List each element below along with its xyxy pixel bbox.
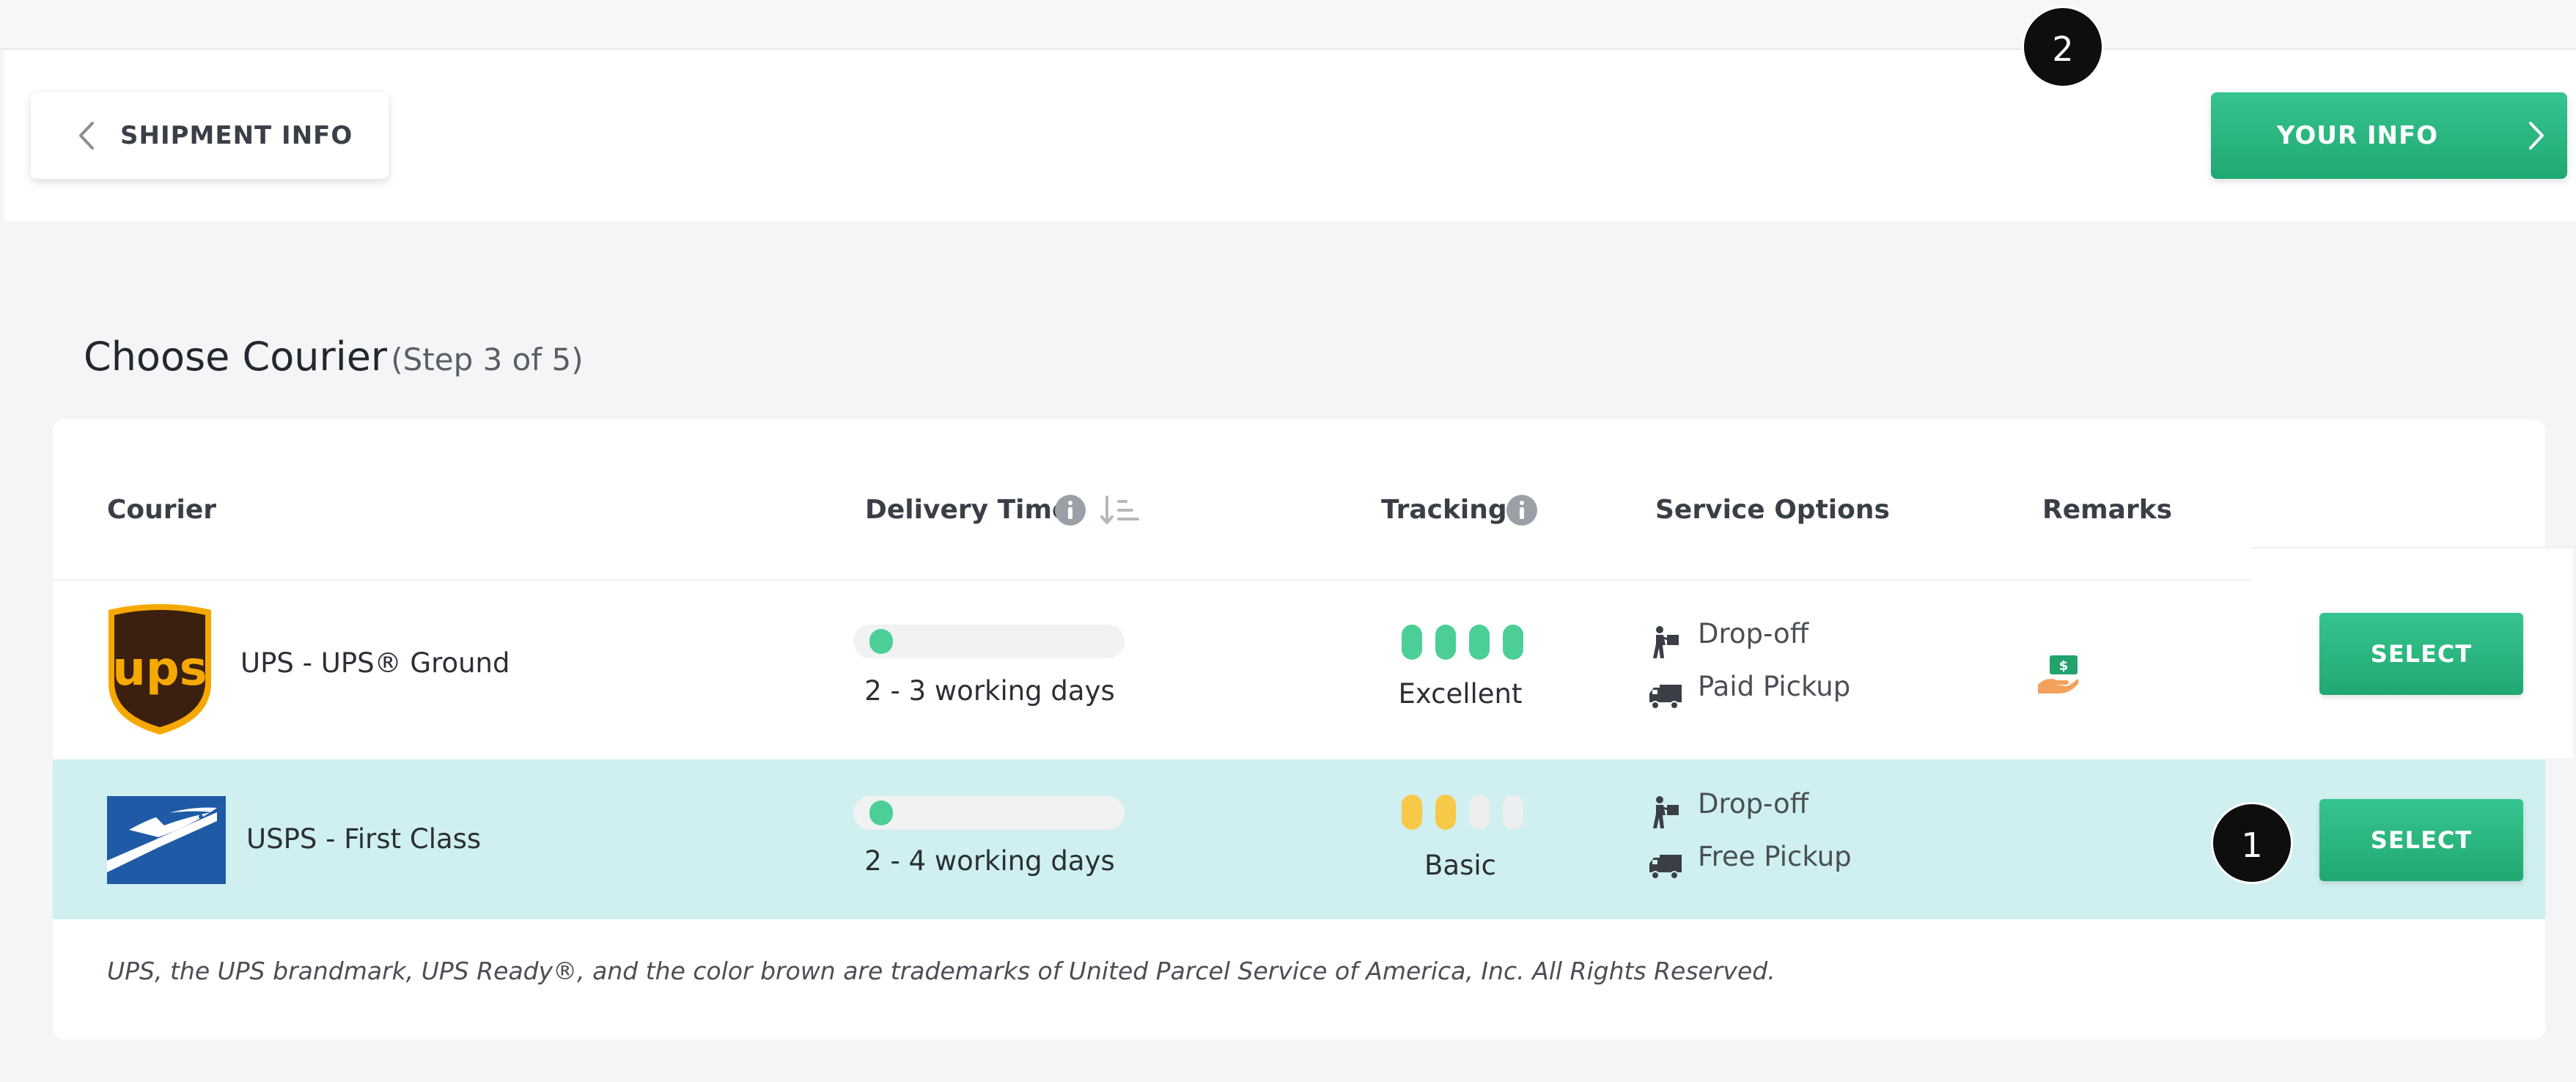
svg-text:$: $ — [2059, 658, 2069, 674]
step-indicator: (Step 3 of 5) — [391, 342, 584, 378]
delivery-time-bar-fill — [869, 801, 893, 825]
column-header-delivery-time: Delivery Time — [865, 495, 1070, 525]
tracking-pill-filled — [1469, 625, 1490, 660]
next-button-label: YOUR INFO — [2276, 121, 2439, 150]
delivery-days: 2 - 3 working days — [864, 675, 1115, 707]
annotation-marker-1: 1 — [2211, 802, 2293, 884]
page-title-text: Choose Courier — [84, 334, 388, 380]
delivery-time-bar-fill — [869, 629, 893, 654]
tracking-level-indicator — [1402, 795, 1537, 830]
ups-logo-text: ups — [112, 642, 207, 696]
info-icon[interactable] — [1506, 494, 1538, 526]
ups-logo: ups — [108, 604, 211, 735]
usps-eagle-logo — [107, 796, 226, 884]
back-button-label: SHIPMENT INFO — [120, 121, 353, 150]
sort-ascending-icon[interactable] — [1100, 494, 1141, 526]
pickup-truck-icon — [1649, 685, 1682, 710]
delivery-time-bar — [853, 796, 1125, 830]
service-option-drop-off: Drop-off — [1698, 788, 1809, 820]
tracking-pill-empty — [1469, 795, 1490, 830]
select-ups-button[interactable]: SELECT — [2319, 613, 2523, 695]
service-option-pickup: Free Pickup — [1698, 841, 1852, 872]
tracking-pill-filled — [1402, 795, 1422, 830]
annotation-marker-2: 2 — [2022, 6, 2104, 88]
tracking-level-indicator — [1402, 625, 1537, 660]
cash-in-hand-icon: $ — [2038, 655, 2079, 693]
tracking-pill-empty — [1503, 795, 1523, 830]
next-your-info-button[interactable]: YOUR INFO — [2211, 92, 2567, 179]
courier-name: USPS - First Class — [246, 823, 482, 855]
courier-name: UPS - UPS® Ground — [240, 647, 510, 679]
tracking-pill-filled — [1402, 625, 1422, 660]
tracking-label: Basic — [1424, 850, 1496, 881]
page-title: Choose Courier (Step 3 of 5) — [84, 331, 584, 383]
pickup-truck-icon — [1649, 855, 1682, 880]
navigation-bar — [4, 50, 2576, 221]
tracking-pill-filled — [1435, 625, 1456, 660]
tracking-pill-filled — [1435, 795, 1456, 830]
service-option-pickup: Paid Pickup — [1698, 671, 1851, 702]
column-header-courier: Courier — [107, 495, 217, 525]
top-strip — [0, 0, 2576, 50]
service-option-drop-off: Drop-off — [1698, 618, 1809, 649]
delivery-time-bar — [853, 625, 1125, 658]
tracking-pill-filled — [1503, 625, 1523, 660]
tracking-label: Excellent — [1398, 678, 1523, 710]
trademark-disclaimer: UPS, the UPS brandmark, UPS Ready®, and … — [107, 957, 1775, 985]
info-icon[interactable] — [1054, 494, 1086, 526]
chevron-right-icon — [2529, 122, 2544, 150]
column-header-remarks: Remarks — [2042, 495, 2173, 525]
back-to-shipment-info-button[interactable]: SHIPMENT INFO — [31, 92, 389, 179]
column-header-tracking: Tracking — [1381, 495, 1507, 525]
drop-off-person-icon — [1653, 796, 1679, 828]
select-usps-button[interactable]: SELECT — [2319, 799, 2523, 881]
chevron-left-icon — [79, 122, 94, 150]
delivery-days: 2 - 4 working days — [864, 845, 1115, 877]
column-header-service-options: Service Options — [1655, 495, 1890, 525]
drop-off-person-icon — [1653, 626, 1679, 658]
